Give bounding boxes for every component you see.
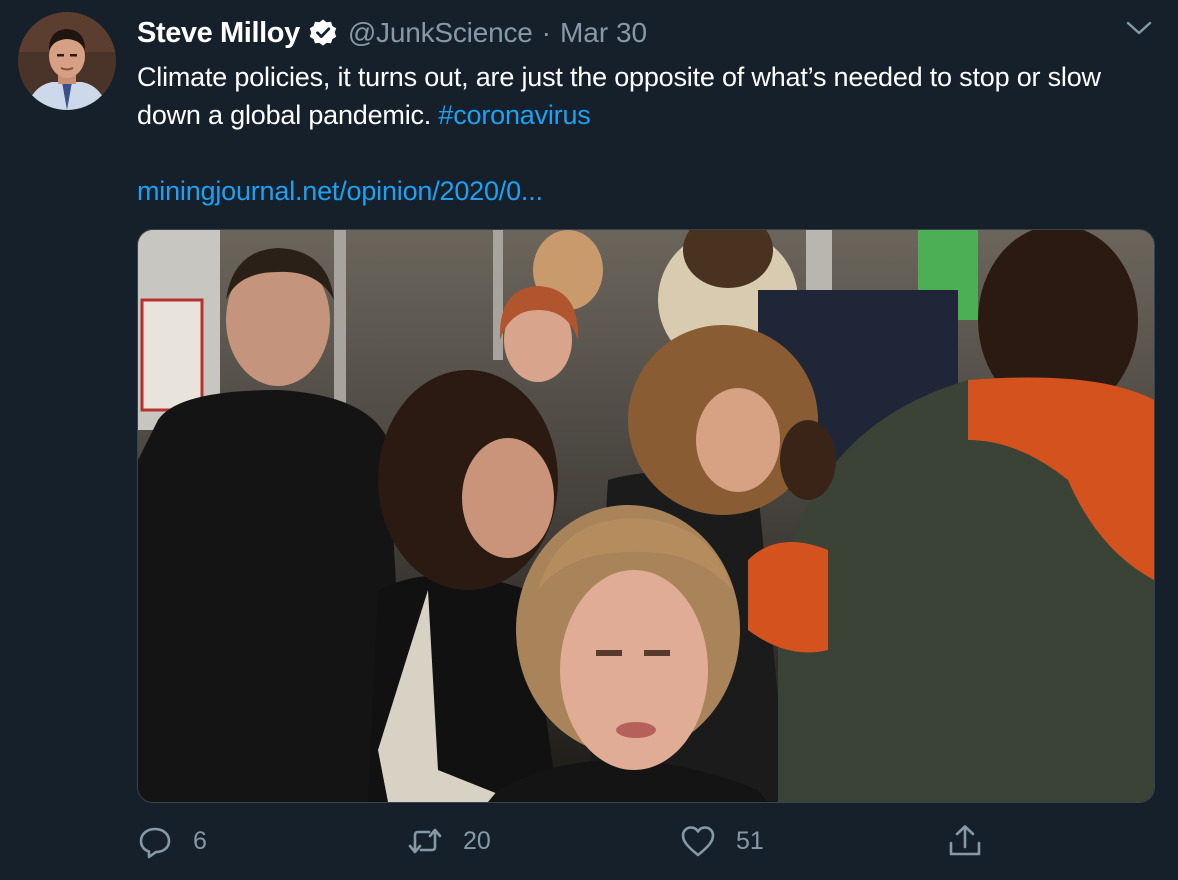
heart-icon bbox=[680, 823, 716, 859]
external-link[interactable]: miningjournal.net/opinion/2020/0... bbox=[137, 172, 543, 210]
retweet-button[interactable]: 20 bbox=[407, 818, 491, 864]
avatar[interactable] bbox=[18, 12, 116, 110]
like-count: 51 bbox=[736, 826, 764, 855]
author-handle[interactable]: @JunkScience bbox=[348, 17, 533, 49]
chevron-down-icon[interactable] bbox=[1122, 14, 1156, 42]
reply-icon bbox=[137, 823, 173, 859]
share-icon bbox=[947, 823, 983, 859]
retweet-count: 20 bbox=[463, 826, 491, 855]
author-name[interactable]: Steve Milloy bbox=[137, 17, 300, 50]
tweet-text: Climate policies, it turns out, are just… bbox=[137, 58, 1157, 134]
tweet-card[interactable]: Steve Milloy @JunkScience · Mar 30 Clima… bbox=[0, 0, 1178, 880]
tweet-header: Steve Milloy @JunkScience · Mar 30 bbox=[137, 14, 647, 52]
verified-badge-icon bbox=[308, 18, 338, 48]
reply-count: 6 bbox=[193, 826, 207, 855]
tweet-photo[interactable] bbox=[137, 229, 1155, 803]
retweet-icon bbox=[407, 823, 443, 859]
tweet-date[interactable]: Mar 30 bbox=[560, 17, 647, 49]
header-separator: · bbox=[541, 17, 551, 48]
like-button[interactable]: 51 bbox=[680, 818, 764, 864]
tweet-text-main: Climate policies, it turns out, are just… bbox=[137, 62, 1101, 130]
reply-button[interactable]: 6 bbox=[137, 818, 207, 864]
tweet-actions: 6 20 51 bbox=[137, 818, 1153, 864]
share-button[interactable] bbox=[947, 818, 983, 864]
hashtag-link[interactable]: #coronavirus bbox=[438, 100, 590, 130]
